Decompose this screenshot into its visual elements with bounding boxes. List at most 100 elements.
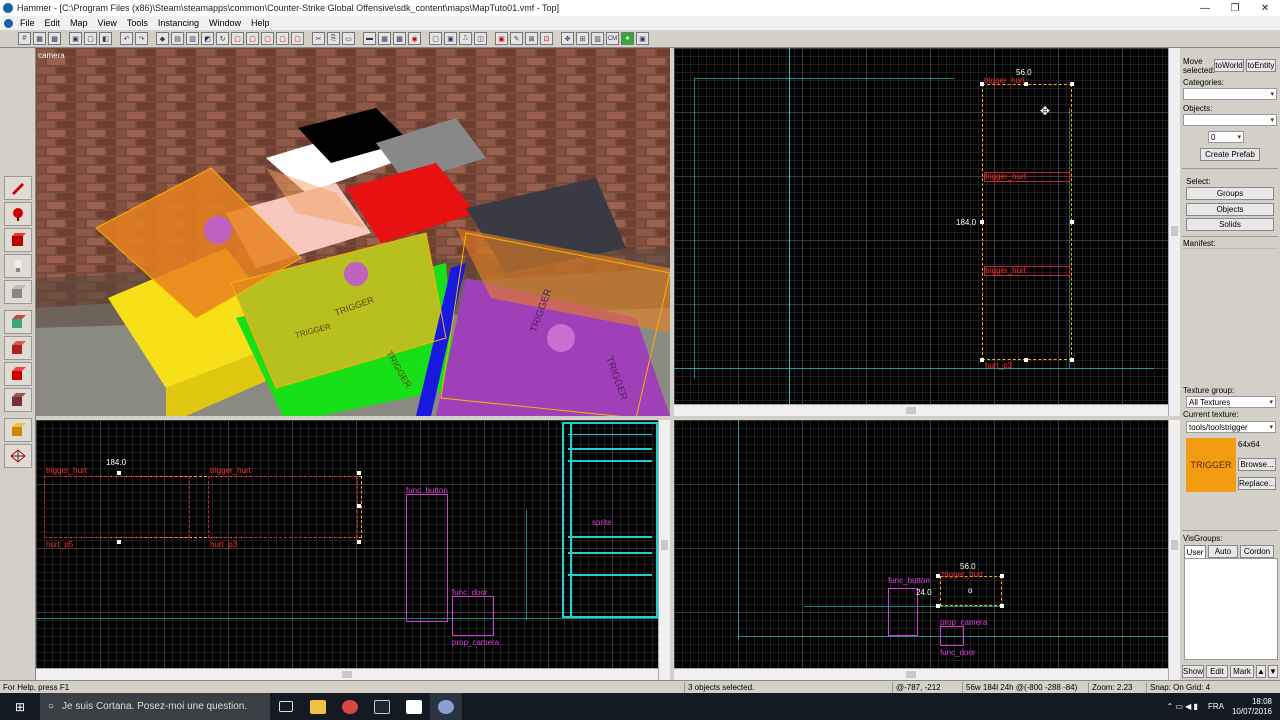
replace-button[interactable]: Replace... [1238, 477, 1276, 490]
texture-app-icon[interactable]: ▣ [495, 32, 508, 45]
front-vscroll[interactable] [658, 420, 670, 680]
edit-button[interactable]: Edit [1206, 665, 1228, 678]
rotate-icon[interactable]: ↻ [216, 32, 229, 45]
cut-icon[interactable]: ✂ [312, 32, 325, 45]
copy-icon[interactable]: ⎘ [327, 32, 340, 45]
windows-start-icon[interactable]: ⊞ [0, 693, 40, 720]
create-prefab-button[interactable]: Create Prefab [1200, 148, 1260, 161]
minimize-button[interactable]: — [1190, 0, 1220, 16]
to-world-button[interactable]: toWorld [1214, 59, 1244, 72]
texture-group-select[interactable]: All Textures [1186, 396, 1276, 408]
menu-tools[interactable]: Tools [122, 18, 153, 28]
entity-icon[interactable]: ▣ [444, 32, 457, 45]
menu-map[interactable]: Map [65, 18, 93, 28]
compile-icon[interactable]: ● [621, 32, 634, 45]
objects-button[interactable]: Objects [1186, 203, 1274, 216]
texture-tool[interactable] [4, 310, 32, 334]
camera-icon[interactable]: ◆ [156, 32, 169, 45]
menu-file[interactable]: File [15, 18, 40, 28]
toggle-icon[interactable]: ⎍ [459, 32, 472, 45]
func-button-brush[interactable] [406, 494, 448, 622]
undo-icon[interactable]: ↶ [120, 32, 133, 45]
block-tool[interactable] [4, 280, 32, 304]
side-viewport[interactable]: 56.0 24.0 o func_button trigger_hurt pro… [674, 420, 1180, 680]
red-box-4-icon[interactable]: ▢ [276, 32, 289, 45]
side-func-button-brush[interactable] [888, 588, 918, 636]
mark-button[interactable]: Mark [1230, 665, 1254, 678]
clip-tool[interactable] [4, 418, 32, 442]
apply-texture-tool[interactable] [4, 336, 32, 360]
clock[interactable]: 18:08 10/07/2016 [1232, 697, 1272, 717]
top-vscroll[interactable] [1168, 48, 1180, 416]
selection-icon[interactable]: ▢ [429, 32, 442, 45]
lighting-icon[interactable]: ◉ [408, 32, 421, 45]
front-viewport[interactable]: 184.0 trigger_hurt hurt_p5 trigger_hurt … [36, 420, 670, 680]
hide-icon[interactable]: ◧ [99, 32, 112, 45]
notepad-icon[interactable] [398, 693, 430, 720]
flat-icon[interactable]: ▦ [378, 32, 391, 45]
side-prop-camera-brush[interactable] [940, 626, 964, 646]
decal-icon[interactable]: ✎ [510, 32, 523, 45]
tab-user[interactable]: User [1184, 545, 1206, 558]
visgroup-list[interactable] [1184, 558, 1278, 660]
camera-viewport-label[interactable]: camera [38, 51, 65, 60]
to-entity-button[interactable]: toEntity [1246, 59, 1276, 72]
texture-lock-icon[interactable]: ▥ [186, 32, 199, 45]
front-hscroll[interactable] [36, 668, 658, 680]
decal-tool[interactable] [4, 362, 32, 386]
grid-larger-icon[interactable]: ▩ [48, 32, 61, 45]
browse-button[interactable]: Browse... [1238, 458, 1276, 471]
close-button[interactable]: ✕ [1250, 0, 1280, 16]
ungroup-icon[interactable]: ▢ [84, 32, 97, 45]
task-view-icon[interactable] [270, 693, 302, 720]
side-hscroll[interactable] [674, 668, 1168, 680]
selection-tool[interactable] [4, 176, 32, 200]
chrome-icon[interactable] [334, 693, 366, 720]
menu-instancing[interactable]: Instancing [153, 18, 204, 28]
redo-icon[interactable]: ↷ [135, 32, 148, 45]
up-arrow-icon[interactable]: ▲ [1256, 665, 1266, 678]
grid-smaller-icon[interactable]: ▦ [33, 32, 46, 45]
red-box-2-icon[interactable]: ▢ [246, 32, 259, 45]
menu-window[interactable]: Window [204, 18, 246, 28]
cortana-search[interactable]: ○ Je suis Cortana. Posez-moi une questio… [40, 693, 270, 720]
top-hscroll[interactable] [674, 404, 1168, 416]
down-arrow-icon[interactable]: ▼ [1268, 665, 1278, 678]
menu-view[interactable]: View [93, 18, 122, 28]
group-icon[interactable]: ▣ [69, 32, 82, 45]
current-texture-select[interactable]: tools/toolstrigger [1186, 421, 1276, 433]
red-box-3-icon[interactable]: ▢ [261, 32, 274, 45]
menu-help[interactable]: Help [246, 18, 275, 28]
solids-button[interactable]: Solids [1186, 218, 1274, 231]
side-vscroll[interactable] [1168, 420, 1180, 680]
show-button[interactable]: Show [1182, 665, 1204, 678]
file-explorer-icon[interactable] [302, 693, 334, 720]
cordon-icon[interactable]: ▥ [591, 32, 604, 45]
func-door-brush[interactable] [452, 596, 494, 636]
camera-tool[interactable] [4, 228, 32, 252]
texture-preview[interactable]: TRIGGER [1186, 438, 1236, 492]
texture-icon[interactable]: ▤ [171, 32, 184, 45]
overlay-tool[interactable] [4, 388, 32, 412]
cube-icon[interactable]: ◫ [474, 32, 487, 45]
cm-icon[interactable]: CM [606, 32, 619, 45]
red-box-1-icon[interactable]: ▢ [231, 32, 244, 45]
vertex-tool[interactable] [4, 444, 32, 468]
paste-icon[interactable]: ▭ [342, 32, 355, 45]
tab-auto[interactable]: Auto [1208, 545, 1238, 558]
objects-spinner[interactable]: 0 [1208, 131, 1244, 143]
magnify-tool[interactable] [4, 202, 32, 226]
overlay-icon[interactable]: ⊠ [525, 32, 538, 45]
clip-icon[interactable]: ⊡ [540, 32, 553, 45]
groups-button[interactable]: Groups [1186, 187, 1274, 200]
hammer-task-icon[interactable] [430, 693, 462, 720]
wireframe-icon[interactable]: ▬ [363, 32, 376, 45]
restore-button[interactable]: ❐ [1220, 0, 1250, 16]
camera-viewport[interactable]: TRIGGER TRIGGER TRIGGER TRIGGER TRIGGER … [36, 48, 670, 416]
tab-cordon[interactable]: Cordon [1240, 545, 1274, 558]
carve-icon[interactable]: ◩ [201, 32, 214, 45]
top-viewport[interactable]: 56.0 184.0 trigger_hurt trigger_hurt tri… [674, 48, 1180, 416]
menu-edit[interactable]: Edit [40, 18, 66, 28]
run-icon[interactable]: ▣ [636, 32, 649, 45]
red-box-5-icon[interactable]: ▢ [291, 32, 304, 45]
